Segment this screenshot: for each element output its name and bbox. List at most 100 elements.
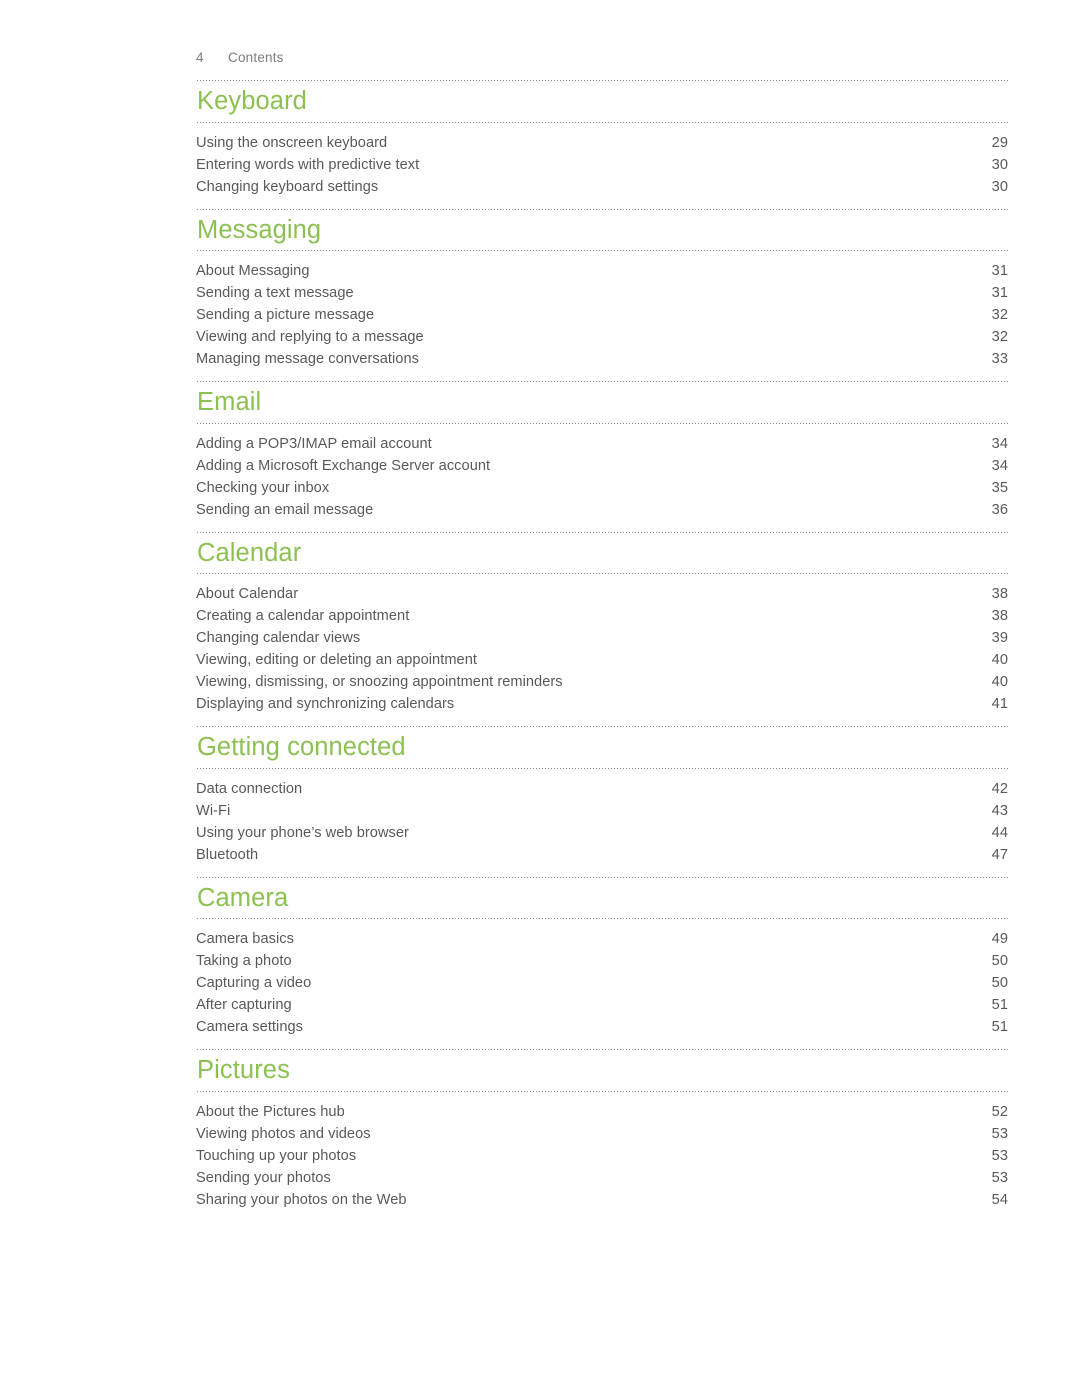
toc-entry-page-number: 36 (991, 501, 1008, 518)
toc-entry-page-number: 38 (991, 586, 1008, 602)
toc-entry-title: Adding a Microsoft Exchange Server accou… (196, 457, 491, 474)
toc-entry-title: Capturing a video (196, 975, 312, 991)
section-heading[interactable]: Calendar (196, 533, 1008, 574)
toc-entry-title: Camera basics (196, 931, 294, 947)
toc-entry-page-number: 49 (991, 931, 1008, 947)
toc-entry[interactable]: Adding a POP3/IMAP email account 34 (196, 433, 1008, 455)
toc-entry-page-number: 51 (991, 997, 1008, 1013)
toc-entry-page-number: 30 (991, 178, 1008, 195)
toc-entry-title: Sending a picture message (196, 307, 375, 323)
toc-entry-title: Adding a POP3/IMAP email account (196, 435, 432, 452)
toc-entry[interactable]: Entering words with predictive text 30 (196, 154, 1008, 176)
toc-entry-title: Using your phone’s web browser (196, 824, 409, 841)
toc-entry-title: Camera settings (196, 1019, 304, 1035)
toc-entry-title: Touching up your photos (196, 1147, 357, 1164)
toc-entry[interactable]: Sending a text message 31 (196, 282, 1008, 304)
toc-entry[interactable]: Changing calendar views 39 (196, 627, 1008, 649)
toc-entry[interactable]: Data connection 42 (196, 778, 1008, 800)
toc-entry-page-number: 47 (991, 846, 1008, 863)
toc-section: Getting connected Data connection 42 Wi-Fi 4… (196, 726, 1008, 877)
toc-entry-title: About Messaging (196, 263, 310, 279)
toc-entry[interactable]: About the Pictures hub 52 (196, 1101, 1008, 1123)
toc-entry[interactable]: Adding a Microsoft Exchange Server accou… (196, 455, 1008, 477)
toc-entry-page-number: 31 (991, 285, 1008, 301)
section-heading[interactable]: Getting connected (196, 727, 1008, 768)
toc-entry-title: Checking your inbox (196, 479, 330, 496)
toc-entry-title: After capturing (196, 997, 292, 1013)
toc-entry-title: Displaying and synchronizing calendars (196, 696, 455, 712)
toc-entry-page-number: 32 (991, 329, 1008, 345)
toc-entry[interactable]: Camera settings 51 (196, 1016, 1008, 1038)
toc-section: Calendar About Calendar 38 Creating a calen… (196, 531, 1008, 727)
toc-section: Pictures About the Pictures hub 52 Viewing … (196, 1049, 1008, 1222)
toc-entry-list: Using the onscreen keyboard 29 Entering wo… (196, 123, 1008, 209)
toc-entry-page-number: 40 (991, 652, 1008, 668)
toc-entry-page-number: 39 (991, 630, 1008, 646)
toc-entry-page-number: 50 (991, 975, 1008, 991)
toc-entry-title: Sending an email message (196, 501, 374, 518)
toc-entry-page-number: 43 (991, 802, 1008, 819)
toc-entry-page-number: 52 (991, 1103, 1008, 1120)
toc-entry-title: Viewing, dismissing, or snoozing appoint… (196, 674, 563, 690)
toc-entry[interactable]: Capturing a video 50 (196, 972, 1008, 994)
toc-entry[interactable]: After capturing 51 (196, 994, 1008, 1016)
toc-entry[interactable]: About Calendar 38 (196, 583, 1008, 605)
toc-entry[interactable]: Viewing, dismissing, or snoozing appoint… (196, 671, 1008, 693)
toc-entry[interactable]: Wi-Fi 43 (196, 800, 1008, 822)
toc-entry-title: Managing message conversations (196, 351, 419, 367)
section-heading[interactable]: Email (196, 382, 1008, 423)
toc-section: Camera Camera basics 49 Taking a photo 50 Cap… (196, 876, 1008, 1050)
toc-entry[interactable]: Viewing photos and videos 53 (196, 1123, 1008, 1145)
toc-entry[interactable]: Sending an email message 36 (196, 499, 1008, 521)
toc-entry-page-number: 33 (991, 351, 1008, 367)
running-header: 4 Contents (196, 50, 284, 65)
contents-page: 4 Contents Keyboard Using the onscreen ke… (0, 0, 1080, 1397)
toc-entry-title: Changing keyboard settings (196, 178, 379, 195)
toc-entry-title: Using the onscreen keyboard (196, 134, 388, 151)
toc-entry-page-number: 31 (991, 263, 1008, 279)
table-of-contents: Keyboard Using the onscreen keyboard 29 Ent… (196, 80, 1008, 1222)
toc-entry[interactable]: Using the onscreen keyboard 29 (196, 132, 1008, 154)
toc-entry-list: Data connection 42 Wi-Fi 43 Using your phone… (196, 769, 1008, 877)
toc-entry-page-number: 53 (991, 1169, 1008, 1186)
toc-entry-list: About Calendar 38 Creating a calendar appo… (196, 574, 1008, 726)
toc-entry[interactable]: Using your phone’s web browser 44 (196, 822, 1008, 844)
toc-entry[interactable]: Sharing your photos on the Web 54 (196, 1189, 1008, 1211)
toc-entry[interactable]: Sending a picture message 32 (196, 304, 1008, 326)
toc-entry-title: Bluetooth (196, 846, 259, 863)
toc-entry[interactable]: Managing message conversations 33 (196, 348, 1008, 370)
toc-entry-page-number: 30 (991, 156, 1008, 173)
toc-entry-page-number: 44 (991, 824, 1008, 841)
toc-entry[interactable]: Changing keyboard settings 30 (196, 176, 1008, 198)
toc-entry-page-number: 51 (991, 1019, 1008, 1035)
toc-entry-page-number: 41 (991, 696, 1008, 712)
toc-entry-page-number: 34 (991, 457, 1008, 474)
toc-entry[interactable]: Touching up your photos 53 (196, 1145, 1008, 1167)
toc-entry-list: Adding a POP3/IMAP email account 34 Adding… (196, 424, 1008, 532)
toc-entry[interactable]: Displaying and synchronizing calendars 41 (196, 693, 1008, 715)
toc-entry-title: Wi-Fi (196, 802, 231, 819)
toc-entry-title: Viewing, editing or deleting an appointm… (196, 652, 477, 668)
toc-entry-page-number: 38 (991, 608, 1008, 624)
toc-entry-title: Sharing your photos on the Web (196, 1191, 407, 1208)
section-heading[interactable]: Messaging (196, 210, 1008, 251)
toc-entry[interactable]: Viewing and replying to a message 32 (196, 326, 1008, 348)
toc-entry-title: Sending your photos (196, 1169, 331, 1186)
toc-entry-list: About the Pictures hub 52 Viewing photos a… (196, 1092, 1008, 1222)
toc-entry-title: Viewing and replying to a message (196, 329, 424, 345)
toc-entry[interactable]: Viewing, editing or deleting an appointm… (196, 649, 1008, 671)
toc-entry[interactable]: Sending your photos 53 (196, 1167, 1008, 1189)
page-folio-number: 4 (196, 50, 204, 65)
toc-entry-page-number: 53 (991, 1125, 1008, 1142)
toc-entry[interactable]: Bluetooth 47 (196, 844, 1008, 866)
section-heading[interactable]: Camera (196, 878, 1008, 919)
toc-entry-page-number: 53 (991, 1147, 1008, 1164)
section-heading[interactable]: Pictures (196, 1050, 1008, 1091)
toc-entry[interactable]: Camera basics 49 (196, 928, 1008, 950)
toc-entry-list: About Messaging 31 Sending a text message 3… (196, 251, 1008, 381)
toc-entry[interactable]: Creating a calendar appointment 38 (196, 605, 1008, 627)
section-heading[interactable]: Keyboard (196, 81, 1008, 122)
toc-entry[interactable]: About Messaging 31 (196, 260, 1008, 282)
toc-entry[interactable]: Taking a photo 50 (196, 950, 1008, 972)
toc-entry[interactable]: Checking your inbox 35 (196, 477, 1008, 499)
